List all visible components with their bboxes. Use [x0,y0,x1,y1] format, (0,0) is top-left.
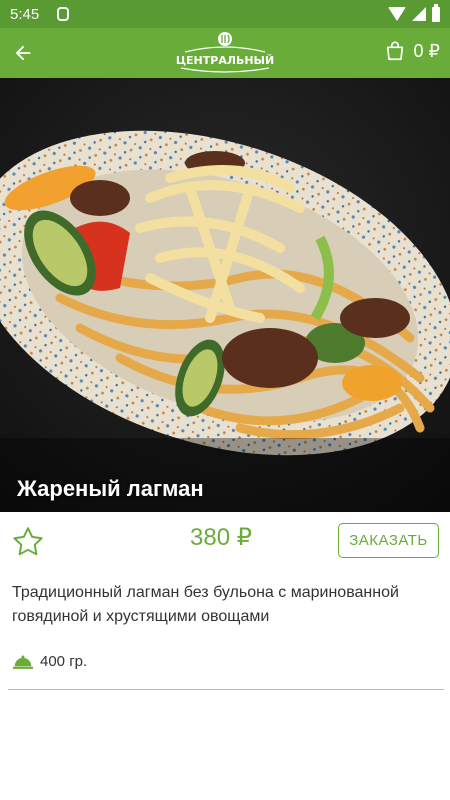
brand-logo[interactable]: ЦЕНТРАЛЬНЫЙ [175,30,275,76]
signal-icon [412,7,426,21]
back-button[interactable] [8,38,38,68]
product-weight: 400 гр. [40,653,88,670]
logo-text: ЦЕНТРАЛЬНЫЙ [176,54,274,67]
status-bar: 5:45 [0,0,450,28]
app-bar: ЦЕНТРАЛЬНЫЙ 0 ₽ [0,28,450,78]
shopping-bag-icon [386,41,403,61]
cart-total: 0 ₽ [413,40,440,61]
dish-photo: Жареный лагман [0,78,450,512]
cloche-icon [12,654,34,669]
status-icons [388,3,440,22]
wifi-icon [388,7,406,21]
divider [8,689,444,690]
arrow-left-icon [15,45,31,61]
battery-icon [432,3,440,22]
favorite-button[interactable] [10,524,46,560]
product-title: Жареный лагман [17,476,204,501]
status-time: 5:45 [10,5,40,23]
order-button[interactable]: ЗАКАЗАТЬ [338,523,439,558]
cart-button[interactable]: 0 ₽ [384,40,440,62]
product-description: Традиционный лагман без бульона с марино… [12,584,399,625]
product-price: 380 ₽ [190,524,252,551]
star-outline-icon [13,527,43,556]
notification-icon [57,7,70,21]
weight-row: 400 гр. [12,653,87,670]
